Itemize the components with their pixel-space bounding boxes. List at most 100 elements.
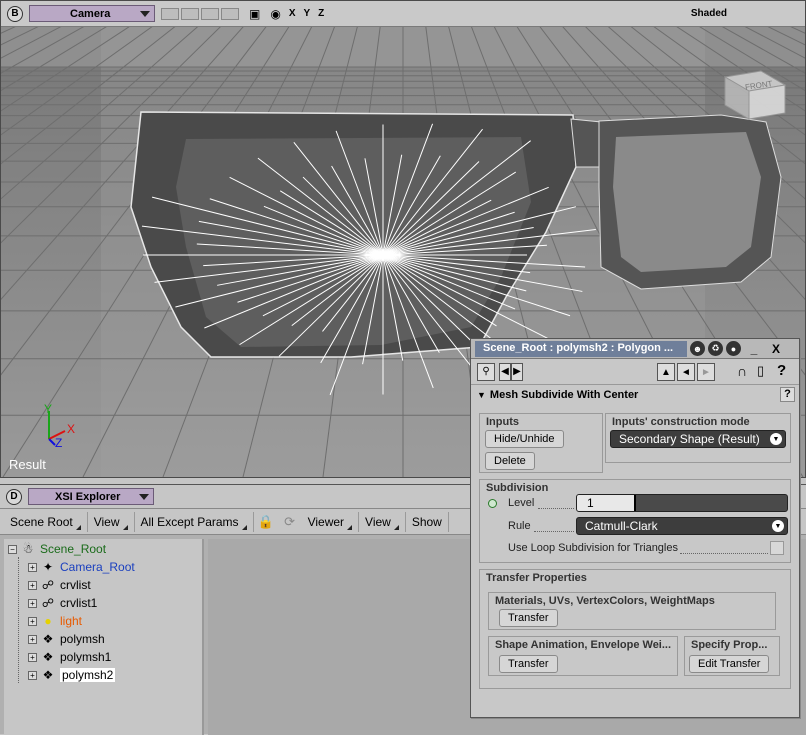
memo-slot-4[interactable] [221,7,239,20]
memo-slot-1[interactable] [161,7,179,20]
tree-row-polymsh[interactable]: + ❖ polymsh [28,630,105,648]
tree-row-camera-root[interactable]: + ✦ Camera_Root [28,558,135,576]
lock-icon[interactable]: 🔒 [257,514,275,530]
loop-subdivision-label: Use Loop Subdivision for Triangles [508,542,678,554]
filter-label: All Except Params [140,514,239,529]
axis-z-toggle[interactable]: Z [318,8,324,19]
materials-transfer-button[interactable]: Transfer [499,609,558,627]
tree-row-crvlist[interactable]: + ☍ crvlist [28,576,91,594]
expand-icon[interactable]: + [28,580,37,590]
leader-dots [534,531,574,532]
axis-y-toggle[interactable]: Y [304,8,311,19]
view2-menu-button[interactable]: View [359,511,406,532]
subdivision-title: Subdivision [486,482,549,494]
explorer-menu[interactable]: XSI Explorer [28,488,154,505]
scene-root-icon: ☃ [22,542,34,556]
operator-help-button[interactable]: ? [780,387,795,402]
construction-mode-select[interactable]: Secondary Shape (Result) ▼ [610,430,786,448]
explorer-tree[interactable]: − ☃ Scene_Root + ✦ Camera_Root + ☍ crvli… [4,539,204,735]
tree-row-polymsh1[interactable]: + ❖ polymsh1 [28,648,111,666]
close-button[interactable]: X [767,342,785,356]
edit-transfer-button[interactable]: Edit Transfer [689,655,770,673]
viewport-letter[interactable]: B [7,5,23,22]
lock-icon[interactable]: ● [726,341,741,356]
rule-value: Catmull-Clark [585,519,658,533]
memo-slot-3[interactable] [201,7,219,20]
view-label: View [93,514,120,529]
expand-icon[interactable]: + [28,616,37,626]
tree-row-light[interactable]: + ● light [28,612,82,630]
materials-group: Materials, UVs, VertexColors, WeightMaps… [488,592,776,630]
explorer-letter[interactable]: D [6,488,22,505]
help-button[interactable]: ? [777,362,786,379]
viewer-button[interactable]: Viewer [302,511,360,532]
hide-unhide-button[interactable]: Hide/Unhide [485,430,564,448]
camera-root-icon: ✦ [42,560,54,574]
search-icon[interactable]: ⚲ [477,362,495,381]
menu-corner-icon [122,524,128,530]
expand-icon[interactable]: + [28,598,37,608]
menu-corner-icon [241,524,247,530]
scene-root-button[interactable]: Scene Root [4,511,88,532]
construction-mode-value: Secondary Shape (Result) [619,432,760,446]
tree-row-crvlist1[interactable]: + ☍ crvlist1 [28,594,97,612]
axis-x-toggle[interactable]: X [289,8,296,19]
tree-label: crvlist [60,578,91,592]
show-menu-button[interactable]: Show [406,511,449,532]
camera-icon[interactable]: ▣ [249,7,260,21]
ppg-titlebar[interactable]: Scene_Root : polymsh2 : Polygon ... ☻ ♻ … [471,339,799,359]
animation-indicator-icon[interactable] [488,499,497,508]
arrow-up-icon[interactable]: ▲ [657,363,675,381]
memo-slot-2[interactable] [181,7,199,20]
subdivision-group: Subdivision Level 1 Rule Catmull-Clark ▼… [479,479,791,563]
rule-select[interactable]: Catmull-Clark ▼ [576,517,788,535]
leader-dots [680,553,768,554]
inputs-group-title: Inputs [486,416,519,428]
slider-handle[interactable] [634,495,636,511]
loop-subdivision-checkbox[interactable] [770,541,784,555]
specify-properties-title: Specify Prop... [691,639,768,651]
tree-label: Scene_Root [40,542,107,556]
keyframe-icon[interactable]: ▯ [757,363,764,379]
collapse-icon[interactable]: − [8,544,17,554]
expand-icon[interactable]: + [28,634,37,644]
tree-label: crvlist1 [60,596,98,610]
prev-arrow-icon[interactable]: ◀ [499,362,511,381]
tree-label: light [60,614,83,628]
tree-label: polymsh1 [60,650,112,664]
face-icon[interactable]: ☻ [690,341,705,356]
delete-button[interactable]: Delete [485,452,535,470]
polymesh-icon: ❖ [42,668,54,682]
shading-mode-menu[interactable]: Shaded [691,8,727,19]
menu-corner-icon [393,524,399,530]
level-label: Level [508,497,535,509]
shape-transfer-button[interactable]: Transfer [499,655,558,673]
show-label: Show [411,514,442,529]
view-menu-button[interactable]: View [88,511,135,532]
chevron-down-icon: ▼ [770,433,782,445]
expand-icon[interactable]: + [28,562,37,572]
camera-menu[interactable]: Camera [29,5,155,22]
result-label: Result [9,457,46,472]
tree-label: Camera_Root [60,560,135,574]
arrow-left-icon[interactable]: ◄ [677,363,695,381]
recycle-icon[interactable]: ♻ [708,341,723,356]
expand-icon[interactable]: + [28,670,37,680]
level-slider[interactable]: 1 [576,494,788,512]
minimize-button[interactable]: _ [745,342,763,356]
level-value[interactable]: 1 [577,495,635,511]
operator-section-header[interactable]: ▼ Mesh Subdivide With Center ? [471,385,799,405]
tree-row-scene-root[interactable]: − ☃ Scene_Root [8,540,106,558]
specify-properties-group: Specify Prop... Edit Transfer [684,636,780,676]
next-arrow-icon[interactable]: ▶ [511,362,523,381]
polymesh-icon: ❖ [42,650,54,664]
tree-row-polymsh2[interactable]: + ❖ polymsh2 [28,666,116,684]
eye-icon[interactable]: ◉ [270,7,280,21]
filter-button[interactable]: All Except Params [135,511,254,532]
magnet-icon[interactable]: ∩ [737,363,747,379]
refresh-icon[interactable]: ⟳ [281,514,299,530]
gizmo-x-label: X [67,422,75,436]
arrow-right-icon[interactable]: ► [697,363,715,381]
menu-corner-icon [75,524,81,530]
expand-icon[interactable]: + [28,652,37,662]
